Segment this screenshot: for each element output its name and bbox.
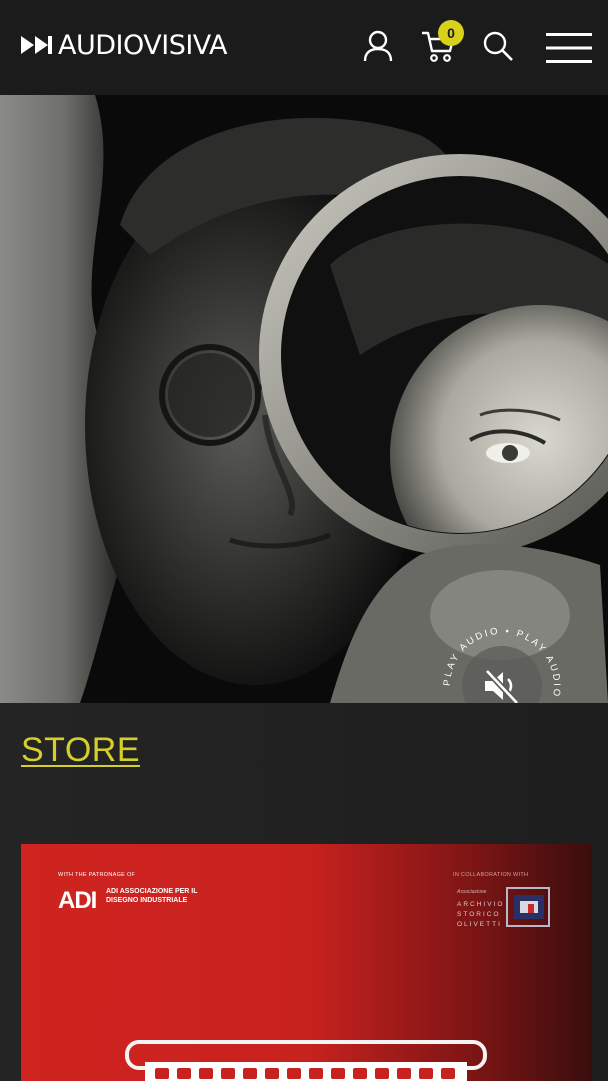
user-icon bbox=[363, 30, 393, 62]
account-button[interactable] bbox=[360, 28, 396, 64]
cart-count-badge: 0 bbox=[438, 20, 464, 46]
site-header: AUDIOVISIVA 0 bbox=[0, 0, 608, 95]
hero-video[interactable]: PLAY AUDIO • PLAY AUDIO • PLAY AUDIO • bbox=[0, 95, 608, 703]
patronage-label: WITH THE PATRONAGE OF bbox=[58, 872, 136, 878]
olivetti-archive-logo bbox=[506, 887, 550, 927]
fast-forward-icon bbox=[21, 36, 52, 54]
menu-button[interactable] bbox=[545, 30, 593, 66]
archivio-olivetti-text: ARCHIVIO STORICO OLIVETTI bbox=[457, 901, 505, 928]
hero-film-still bbox=[0, 95, 608, 703]
collaboration-label: IN COLLABORATION WITH bbox=[453, 872, 529, 878]
hamburger-menu-icon bbox=[546, 33, 592, 63]
play-audio-button[interactable]: PLAY AUDIO • PLAY AUDIO • PLAY AUDIO • bbox=[437, 621, 567, 703]
adi-logo: ADI bbox=[58, 887, 97, 914]
product-card[interactable]: WITH THE PATRONAGE OF ADI ADI ASSOCIAZIO… bbox=[21, 844, 592, 1081]
brand-logo[interactable]: AUDIOVISIVA bbox=[20, 29, 228, 61]
search-button[interactable] bbox=[480, 28, 516, 64]
store-link[interactable]: STORE bbox=[21, 731, 140, 770]
brand-name: AUDIOVISIVA bbox=[58, 29, 228, 61]
play-audio-ring: PLAY AUDIO • PLAY AUDIO • PLAY AUDIO • bbox=[442, 626, 560, 703]
search-icon bbox=[483, 31, 513, 61]
typewriter-illustration bbox=[125, 1040, 487, 1081]
adi-association-text: ADI ASSOCIAZIONE PER IL DISEGNO INDUSTRI… bbox=[106, 888, 198, 904]
store-section: STORE WITH THE PATRONAGE OF ADI ADI ASSO… bbox=[0, 703, 608, 1081]
association-label: Associazione bbox=[457, 889, 487, 895]
